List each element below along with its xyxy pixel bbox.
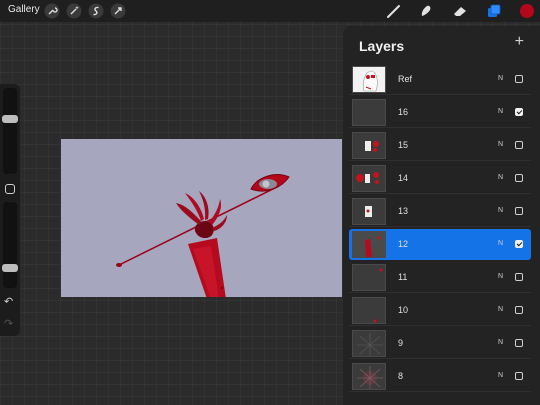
layer-row-ref[interactable]: Ref N <box>349 64 531 95</box>
layers-title: Layers <box>359 38 405 54</box>
visibility-checkbox[interactable] <box>515 339 523 347</box>
layer-name: 9 <box>398 338 404 348</box>
layer-row-9[interactable]: 9 N <box>349 328 531 359</box>
layer-row-10[interactable]: 10 N <box>349 295 531 326</box>
brush-icon[interactable] <box>386 3 402 19</box>
layer-thumbnail <box>352 363 386 390</box>
layer-thumbnail <box>352 132 386 159</box>
layer-thumbnail <box>352 66 386 93</box>
left-sidebar: ↶ ↷ <box>0 84 20 336</box>
drawing-canvas[interactable] <box>61 139 342 297</box>
blend-mode-button[interactable]: N <box>498 273 503 280</box>
selection-icon[interactable] <box>88 3 104 19</box>
layer-row-8[interactable]: 8 N <box>349 361 531 392</box>
redo-icon[interactable]: ↷ <box>4 319 13 330</box>
layer-thumbnail <box>352 198 386 225</box>
layer-name: 10 <box>398 305 409 315</box>
layer-name: 11 <box>398 272 408 282</box>
layer-name: 14 <box>398 173 409 183</box>
visibility-checkbox[interactable] <box>515 207 523 215</box>
layer-name: Ref <box>398 74 413 84</box>
color-swatch-icon[interactable] <box>519 3 535 19</box>
layer-thumbnail <box>352 99 386 126</box>
layer-thumbnail <box>352 297 386 324</box>
magic-wand-icon[interactable] <box>66 3 82 19</box>
layer-row-12[interactable]: 12 N <box>349 229 531 260</box>
layer-name: 15 <box>398 140 409 150</box>
layer-row-14[interactable]: 14 N <box>349 163 531 194</box>
layer-name: 16 <box>398 107 409 117</box>
visibility-checkbox[interactable] <box>515 141 523 149</box>
layer-row-11[interactable]: 11 N <box>349 262 531 293</box>
visibility-checkbox[interactable] <box>515 174 523 182</box>
blend-mode-button[interactable]: N <box>498 339 503 346</box>
undo-icon[interactable]: ↶ <box>4 297 13 308</box>
opacity-thumb[interactable] <box>2 264 18 272</box>
artwork <box>116 174 290 297</box>
visibility-checkbox[interactable] <box>515 108 523 116</box>
opacity-slider[interactable] <box>2 202 18 288</box>
visibility-checkbox[interactable] <box>515 306 523 314</box>
blend-mode-button[interactable]: N <box>498 306 503 313</box>
top-toolbar: Gallery <box>0 0 540 22</box>
layers-icon[interactable] <box>486 3 502 19</box>
layer-thumbnail <box>352 231 386 258</box>
visibility-checkbox[interactable] <box>515 75 523 83</box>
layer-name: 8 <box>398 371 404 381</box>
layer-row-15[interactable]: 15 N <box>349 130 531 161</box>
layer-name: 12 <box>398 239 409 249</box>
layer-thumbnail <box>352 165 386 192</box>
blend-mode-button[interactable]: N <box>498 75 503 82</box>
brush-size-thumb[interactable] <box>2 115 18 123</box>
eraser-icon[interactable] <box>452 3 468 19</box>
layer-row-16[interactable]: 16 N <box>349 97 531 128</box>
layers-panel: Layers + Ref N 16 N 15 N 14 N 13 N 12 N … <box>343 26 540 405</box>
layer-thumbnail <box>352 264 386 291</box>
blend-mode-button[interactable]: N <box>498 207 503 214</box>
modify-button[interactable] <box>5 184 15 194</box>
smudge-icon[interactable] <box>418 3 434 19</box>
blend-mode-button[interactable]: N <box>498 141 503 148</box>
blend-mode-button[interactable]: N <box>498 372 503 379</box>
layer-thumbnail <box>352 330 386 357</box>
brush-size-slider[interactable] <box>2 88 18 174</box>
blend-mode-button[interactable]: N <box>498 174 503 181</box>
transform-icon[interactable] <box>110 3 126 19</box>
layer-row-13[interactable]: 13 N <box>349 196 531 227</box>
visibility-checkbox[interactable] <box>515 372 523 380</box>
blend-mode-button[interactable]: N <box>498 240 503 247</box>
plus-icon[interactable]: + <box>515 34 524 50</box>
blend-mode-button[interactable]: N <box>498 108 503 115</box>
visibility-checkbox[interactable] <box>515 273 523 281</box>
layer-name: 13 <box>398 206 409 216</box>
gallery-button[interactable]: Gallery <box>8 4 40 15</box>
wrench-icon[interactable] <box>44 3 60 19</box>
visibility-checkbox[interactable] <box>515 240 523 248</box>
